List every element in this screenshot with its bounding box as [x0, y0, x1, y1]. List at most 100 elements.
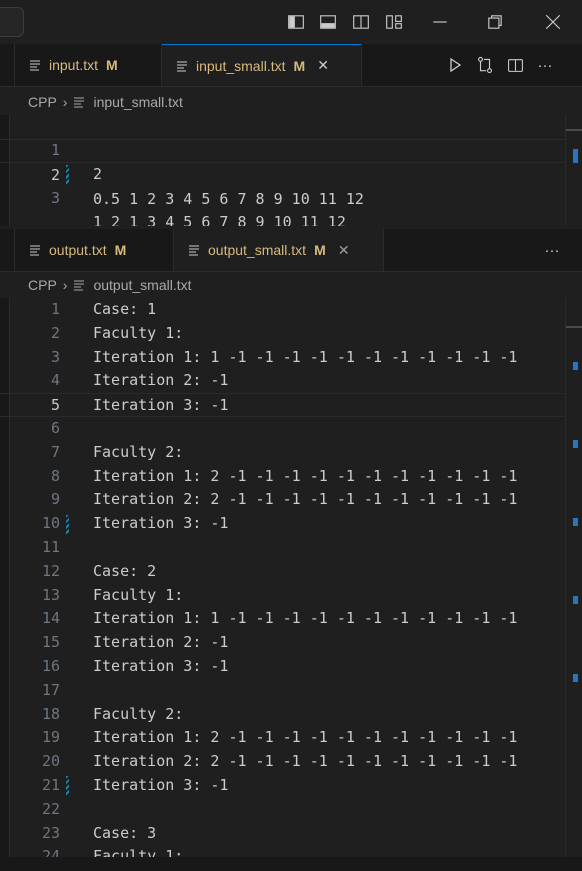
- breadcrumb-folder[interactable]: CPP: [28, 277, 57, 293]
- more-actions-icon[interactable]: ···: [530, 57, 560, 74]
- editor-line[interactable]: 7 Faculty 2:: [0, 441, 566, 465]
- minimize-icon[interactable]: [429, 11, 451, 33]
- editor-line[interactable]: 9 Iteration 2: 2 -1 -1 -1 -1 -1 -1 -1 -1 …: [0, 488, 566, 512]
- line-text: Case: 2: [93, 561, 157, 580]
- editor-line[interactable]: 16 Iteration 3: -1: [0, 655, 566, 679]
- scrollbar-change-marker: [573, 674, 578, 682]
- scrollbar-cursor-line: [566, 129, 582, 131]
- editor-line[interactable]: 1 Case: 1: [0, 298, 566, 322]
- editor-line[interactable]: 13 Faculty 1:: [0, 584, 566, 608]
- line-number: 14: [41, 609, 60, 628]
- line-number: 3: [50, 347, 60, 366]
- compare-changes-icon[interactable]: [470, 56, 500, 74]
- vertical-scrollbar[interactable]: [565, 298, 582, 857]
- scrollbar-change-marker: [573, 596, 578, 604]
- line-text: Iteration 2: -1: [93, 633, 229, 652]
- editor-line[interactable]: 15 Iteration 2: -1: [0, 631, 566, 655]
- line-number: 23: [41, 823, 60, 842]
- line-number: 8: [50, 466, 60, 485]
- line-text: Iteration 2: 2 -1 -1 -1 -1 -1 -1 -1 -1 -…: [93, 752, 518, 771]
- toggle-secondary-sidebar-icon[interactable]: [350, 11, 372, 33]
- line-number: 10: [41, 514, 60, 533]
- tab-input-small-txt[interactable]: input_small.txt M ✕: [162, 44, 362, 86]
- editor-line[interactable]: 6: [0, 417, 566, 441]
- line-number: 19: [41, 728, 60, 747]
- editor-line[interactable]: 3 1 2 1 3 4 5 6 7 8 9 10 11 12: [0, 163, 566, 231]
- line-number: 1: [50, 300, 60, 318]
- tab-label: output.txt: [49, 242, 107, 258]
- close-icon[interactable]: [542, 11, 564, 33]
- line-text: Iteration 1: 2 -1 -1 -1 -1 -1 -1 -1 -1 -…: [93, 466, 518, 485]
- line-number: 24: [41, 847, 60, 857]
- modified-badge: M: [293, 57, 306, 74]
- modified-badge: M: [314, 242, 326, 258]
- tab-input-txt[interactable]: input.txt M: [14, 44, 162, 86]
- editor-line[interactable]: 23 Case: 3: [0, 822, 566, 846]
- line-text: Faculty 1:: [93, 585, 184, 604]
- line-text: Iteration 3: -1: [93, 776, 229, 794]
- line-number: 16: [41, 657, 60, 675]
- editor-line[interactable]: 17: [0, 679, 566, 703]
- bottom-edge: [0, 857, 582, 871]
- tab-label: input_small.txt: [196, 57, 286, 74]
- line-text: Iteration 3: -1: [93, 396, 229, 415]
- line-number: 9: [50, 490, 60, 509]
- scrollbar-change-marker: [573, 362, 578, 370]
- bottom-editor[interactable]: 1 Case: 1 2 Faculty 1: 3 Iteration 1: 1 -1 -1…: [0, 298, 582, 857]
- line-text: Iteration 1: 2 -1 -1 -1 -1 -1 -1 -1 -1 -…: [93, 728, 518, 747]
- tab-output-txt[interactable]: output.txt M: [14, 229, 174, 271]
- line-text: Case: 3: [93, 823, 157, 842]
- editor-line[interactable]: 8 Iteration 1: 2 -1 -1 -1 -1 -1 -1 -1 -1 …: [0, 465, 566, 489]
- editor-line[interactable]: 19 Iteration 1: 2 -1 -1 -1 -1 -1 -1 -1 -1…: [0, 726, 566, 750]
- command-center[interactable]: [0, 7, 24, 37]
- toggle-primary-sidebar-icon[interactable]: [285, 11, 307, 33]
- editor-line[interactable]: 2 0.5 1 2 3 4 5 6 7 8 9 10 11 12: [0, 139, 566, 208]
- vertical-scrollbar[interactable]: [565, 115, 582, 229]
- chevron-right-icon: ›: [62, 277, 68, 293]
- editor-line[interactable]: 24 Faculty 1:: [0, 845, 566, 857]
- close-tab-icon[interactable]: ✕: [315, 57, 331, 74]
- line-number: 11: [41, 538, 60, 556]
- breadcrumb: CPP › output_small.txt: [28, 272, 428, 298]
- editor-line[interactable]: 14 Iteration 1: 1 -1 -1 -1 -1 -1 -1 -1 -1…: [0, 607, 566, 631]
- line-number: 7: [50, 442, 60, 461]
- tab-label: input.txt: [49, 57, 99, 73]
- breadcrumb-file[interactable]: output_small.txt: [93, 277, 191, 293]
- editor-line[interactable]: 20 Iteration 2: 2 -1 -1 -1 -1 -1 -1 -1 -1…: [0, 750, 566, 774]
- editor-line[interactable]: 3 Iteration 1: 1 -1 -1 -1 -1 -1 -1 -1 -1 …: [0, 346, 566, 370]
- breadcrumb: CPP › input_small.txt: [28, 89, 428, 115]
- scrollbar-cursor-line: [566, 326, 582, 328]
- editor-line[interactable]: 4 Iteration 2: -1: [0, 369, 566, 393]
- editor-line[interactable]: 22: [0, 798, 566, 822]
- line-number: 22: [41, 799, 60, 818]
- text-file-icon: [30, 60, 40, 71]
- modified-line-indicator: [66, 776, 69, 796]
- tab-output-small-txt[interactable]: output_small.txt M ✕: [174, 229, 384, 271]
- line-number: 20: [41, 752, 60, 771]
- editor-line[interactable]: 18 Faculty 2:: [0, 703, 566, 727]
- title-bar: [0, 0, 582, 44]
- editor-line[interactable]: 10 Iteration 3: -1: [0, 512, 566, 536]
- breadcrumb-folder[interactable]: CPP: [28, 94, 57, 110]
- top-editor[interactable]: 1 2 2 0.5 1 2 3 4 5 6 7 8 9 10 11 12 3 1…: [0, 115, 582, 231]
- editor-line[interactable]: 21 Iteration 3: -1: [0, 774, 566, 798]
- breadcrumb-file[interactable]: input_small.txt: [93, 94, 182, 110]
- modified-line-indicator: [66, 165, 69, 185]
- split-editor-icon[interactable]: [500, 57, 530, 74]
- editor-line[interactable]: 11: [0, 536, 566, 560]
- run-icon[interactable]: [440, 57, 470, 73]
- editor-line[interactable]: 2 Faculty 1:: [0, 322, 566, 346]
- close-tab-icon[interactable]: ✕: [336, 242, 352, 259]
- restore-icon[interactable]: [484, 11, 506, 33]
- editor-line[interactable]: 1 2: [0, 115, 566, 183]
- line-number: 21: [41, 776, 60, 794]
- editor-line[interactable]: 12 Case: 2: [0, 560, 566, 584]
- text-file-icon: [74, 97, 85, 108]
- more-actions-icon[interactable]: ···: [537, 242, 567, 259]
- scrollbar-change-marker: [573, 440, 578, 448]
- customize-layout-icon[interactable]: [383, 11, 405, 33]
- toggle-panel-icon[interactable]: [317, 11, 339, 33]
- line-number: 13: [41, 585, 60, 604]
- editor-line[interactable]: 5 Iteration 3: -1: [0, 393, 566, 417]
- line-number: 17: [41, 680, 60, 699]
